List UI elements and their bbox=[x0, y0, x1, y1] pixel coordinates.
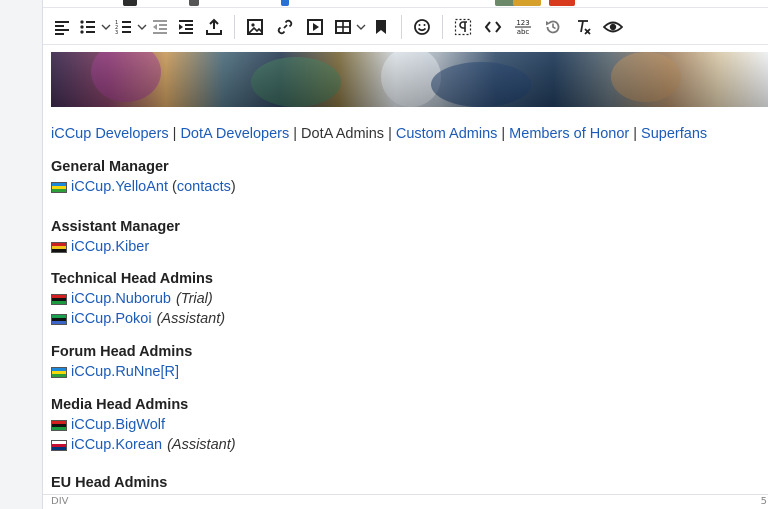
role-note: (Assistant) bbox=[156, 311, 226, 327]
staff-member-row: iCCup.YelloAnt(contacts) bbox=[51, 177, 236, 197]
numbered-list-icon[interactable]: 123 bbox=[111, 13, 137, 41]
left-gutter bbox=[0, 0, 42, 509]
contacts-link[interactable]: contacts bbox=[177, 177, 231, 197]
staff-member-row: iCCup.Pokoi (Assistant) bbox=[51, 309, 225, 329]
country-flag-icon bbox=[51, 293, 67, 305]
toolbar-divider bbox=[442, 14, 443, 39]
status-bar: DIV 5 bbox=[43, 494, 768, 509]
staff-member-link[interactable]: iCCup.Nuborub bbox=[71, 289, 171, 309]
nav-link-members-of-honor[interactable]: Members of Honor bbox=[509, 126, 629, 142]
bookmark-icon[interactable] bbox=[366, 13, 396, 41]
code-icon[interactable] bbox=[478, 13, 508, 41]
nav-separator: | bbox=[633, 126, 638, 142]
bullet-list-dropdown-icon[interactable] bbox=[101, 13, 111, 41]
nav-link-superfans[interactable]: Superfans bbox=[641, 126, 707, 142]
table-dropdown-icon[interactable] bbox=[356, 13, 366, 41]
staff-member-row: iCCup.RuNne[R] bbox=[51, 362, 192, 382]
staff-section: EU Head Admins bbox=[51, 474, 167, 492]
paren-close: ) bbox=[230, 179, 236, 195]
word-count: 5 bbox=[760, 496, 767, 507]
editor-content[interactable]: iCCup Developers | DotA Developers | DotA Ad… bbox=[51, 52, 768, 492]
team-navigation-links: iCCup Developers | DotA Developers | DotA Ad… bbox=[51, 126, 707, 142]
image-icon[interactable] bbox=[240, 13, 270, 41]
nav-link-iccup-developers[interactable]: iCCup Developers bbox=[51, 126, 169, 142]
staff-member-link[interactable]: iCCup.YelloAnt bbox=[71, 177, 168, 197]
show-blocks-icon[interactable] bbox=[448, 13, 478, 41]
header-banner-image bbox=[51, 52, 768, 107]
staff-member-link[interactable]: iCCup.BigWolf bbox=[71, 415, 165, 435]
history-icon[interactable] bbox=[538, 13, 568, 41]
bullet-list-icon[interactable] bbox=[75, 13, 101, 41]
staff-member-row: iCCup.Kiber bbox=[51, 237, 180, 257]
country-flag-icon bbox=[51, 366, 67, 378]
outdent-icon[interactable] bbox=[147, 13, 173, 41]
staff-member-link[interactable]: iCCup.Pokoi bbox=[71, 309, 152, 329]
role-note: (Trial) bbox=[175, 291, 213, 307]
nav-separator: | bbox=[172, 126, 177, 142]
top-strip bbox=[43, 0, 768, 8]
spellcheck-top-text: 123 bbox=[516, 19, 529, 27]
staff-member-row: iCCup.Nuborub (Trial) bbox=[51, 289, 225, 309]
section-heading: Media Head Admins bbox=[51, 397, 189, 413]
indent-icon[interactable] bbox=[173, 13, 199, 41]
rich-text-editor[interactable]: 123 123 abc iCCup Developers | DotA Deve… bbox=[42, 0, 768, 509]
upload-icon[interactable] bbox=[199, 13, 229, 41]
toolbar-divider bbox=[234, 14, 235, 39]
nav-link-dota-developers[interactable]: DotA Developers bbox=[180, 126, 289, 142]
nav-separator: | bbox=[501, 126, 506, 142]
link-icon[interactable] bbox=[270, 13, 300, 41]
staff-section: General Manager iCCup.YelloAnt(contacts) bbox=[51, 158, 236, 197]
nav-separator: | bbox=[388, 126, 392, 142]
spellcheck-icon[interactable]: 123 abc bbox=[508, 13, 538, 41]
element-path[interactable]: DIV bbox=[51, 496, 69, 507]
nav-link-custom-admins[interactable]: Custom Admins bbox=[396, 126, 498, 142]
editor-toolbar: 123 123 abc bbox=[43, 9, 768, 45]
staff-section: Assistant Manager iCCup.Kiber bbox=[51, 218, 180, 257]
country-flag-icon bbox=[51, 181, 67, 193]
numbered-list-dropdown-icon[interactable] bbox=[137, 13, 147, 41]
spellcheck-bottom-text: abc bbox=[517, 28, 530, 36]
align-left-icon[interactable] bbox=[49, 13, 75, 41]
media-icon[interactable] bbox=[300, 13, 330, 41]
staff-member-link[interactable]: iCCup.Kiber bbox=[71, 237, 149, 257]
clear-format-icon[interactable] bbox=[568, 13, 598, 41]
country-flag-icon bbox=[51, 439, 67, 451]
table-icon[interactable] bbox=[330, 13, 356, 41]
toolbar-divider bbox=[401, 14, 402, 39]
staff-member-row: iCCup.Korean (Assistant) bbox=[51, 435, 236, 455]
svg-text:3: 3 bbox=[115, 30, 118, 36]
section-heading: Assistant Manager bbox=[51, 219, 180, 235]
staff-section: Media Head Admins iCCup.BigWolf iCCup.Kore… bbox=[51, 396, 236, 455]
staff-section: Forum Head Admins iCCup.RuNne[R] bbox=[51, 343, 192, 382]
staff-member-link[interactable]: iCCup.Korean bbox=[71, 435, 162, 455]
section-heading: General Manager bbox=[51, 159, 169, 175]
nav-separator: | bbox=[293, 126, 298, 142]
country-flag-icon bbox=[51, 241, 67, 253]
section-heading: Technical Head Admins bbox=[51, 271, 213, 287]
preview-icon[interactable] bbox=[598, 13, 628, 41]
emoji-icon[interactable] bbox=[407, 13, 437, 41]
country-flag-icon bbox=[51, 313, 67, 325]
role-note: (Assistant) bbox=[167, 437, 236, 453]
staff-section: Technical Head Admins iCCup.Nuborub (Trial… bbox=[51, 270, 225, 329]
nav-link-dota-admins: DotA Admins bbox=[301, 126, 385, 142]
section-heading: EU Head Admins bbox=[51, 475, 168, 491]
country-flag-icon bbox=[51, 419, 67, 431]
staff-member-link[interactable]: iCCup.RuNne[R] bbox=[71, 362, 179, 382]
section-heading: Forum Head Admins bbox=[51, 344, 193, 360]
staff-member-row: iCCup.BigWolf bbox=[51, 415, 236, 435]
